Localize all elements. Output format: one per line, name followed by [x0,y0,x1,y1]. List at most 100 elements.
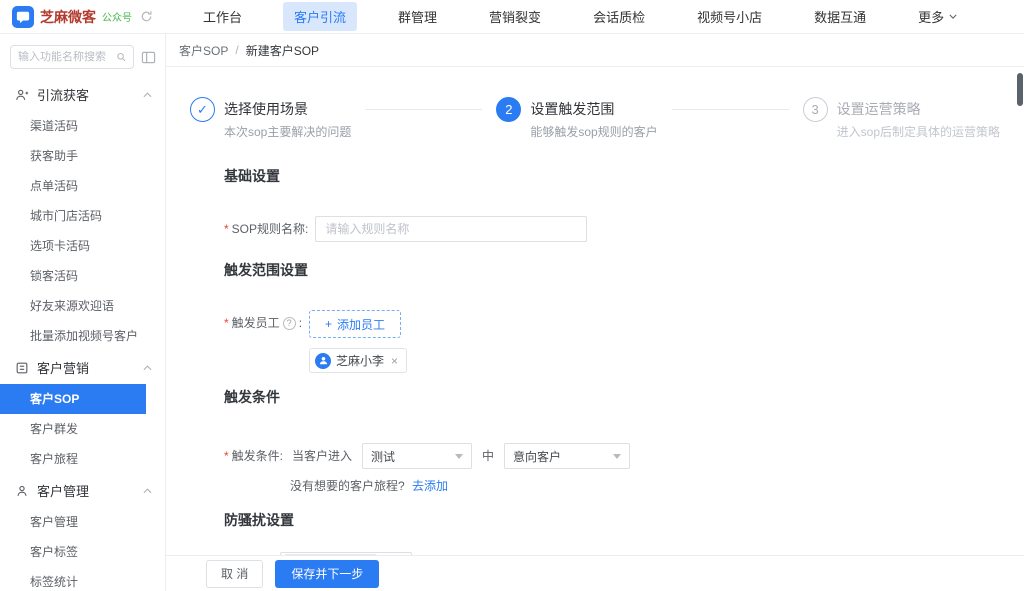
step-desc: 本次sop主要解决的问题 [224,123,351,140]
chevron-up-icon [143,365,152,371]
sidebar-item-friend-source-welcome[interactable]: 好友来源欢迎语 [0,291,165,321]
user-card-icon [15,484,29,498]
app-logo-icon [12,6,34,28]
stage-select[interactable]: 意向客户 [504,443,630,469]
condition-prefix: 当客户进入 [292,443,352,469]
nav-item-data-exchange[interactable]: 数据互通 [803,2,877,31]
breadcrumb: 客户SOP / 新建客户SOP [166,34,1024,67]
nav-item-chat-inspection[interactable]: 会话质检 [582,2,656,31]
nav-item-group-management[interactable]: 群管理 [387,2,448,31]
step-operation-strategy: 3 设置运营策略 进入sop后制定具体的运营策略 [803,97,1000,140]
page-content: ✓ 选择使用场景 本次sop主要解决的问题 2 设置触发范围 能够触发sop规则… [166,67,1024,555]
step-number: 3 [803,97,828,122]
sidebar-item-customer-management[interactable]: 客户管理 [0,507,165,537]
step-connector [672,109,789,110]
step-check-icon: ✓ [190,97,215,122]
refresh-icon[interactable] [140,10,153,23]
brand: 芝麻微客 公众号 [12,6,170,28]
brand-name: 芝麻微客 [40,7,96,27]
condition-middle: 中 [482,443,494,469]
breadcrumb-parent[interactable]: 客户SOP [179,42,228,59]
sop-name-input[interactable] [315,216,587,242]
trigger-staff-row: * 触发员工 ? : + 添加员工 [224,310,1000,373]
sidebar-search-box[interactable] [10,45,134,69]
user-plus-icon [15,88,29,102]
app-window: 芝麻微客 公众号 工作台 客户引流 群管理 营销裂变 会话质检 视频号小店 数据… [0,0,1024,591]
section-title: 客户管理 [37,481,89,500]
step-desc: 能够触发sop规则的客户 [530,123,657,140]
sidebar-item-batch-add-video[interactable]: 批量添加视频号客户 [0,321,165,351]
nav-item-customer-acquisition[interactable]: 客户引流 [283,2,357,31]
sop-name-row: * SOP规则名称: [224,216,1000,242]
save-next-button[interactable]: 保存并下一步 [275,560,379,588]
step-title: 设置触发范围 [530,97,657,122]
nav-more-label: 更多 [918,7,944,26]
trigger-staff-label: * 触发员工 ? : [224,310,302,336]
section-trigger-range: 触发范围设置 [224,260,1000,280]
sidebar-search-row [0,45,165,78]
required-marker: * [224,443,229,469]
help-icon[interactable]: ? [283,317,296,330]
cancel-button[interactable]: 取 消 [206,560,263,588]
section-anti-disturb: 防骚扰设置 [224,510,1000,530]
sidebar-item-acquisition-assistant[interactable]: 获客助手 [0,141,165,171]
nav-item-workbench[interactable]: 工作台 [192,2,253,31]
trigger-condition-label: * 触发条件: [224,443,283,469]
account-type-badge: 公众号 [102,9,132,24]
step-connector [365,109,482,110]
scrollbar-thumb[interactable] [1017,73,1023,106]
chevron-down-icon [455,454,463,463]
search-icon [116,51,126,63]
sidebar-item-city-store-code[interactable]: 城市门店活码 [0,201,165,231]
breadcrumb-current: 新建客户SOP [246,42,319,59]
sop-name-label: * SOP规则名称: [224,216,308,242]
trigger-condition-row: * 触发条件: 当客户进入 测试 中 意向客户 [224,443,1000,494]
add-journey-link[interactable]: 去添加 [412,479,448,493]
step-choose-scene: ✓ 选择使用场景 本次sop主要解决的问题 [190,97,496,140]
sidebar-section-acquisition[interactable]: 引流获客 [0,78,165,111]
chevron-up-icon [143,488,152,494]
topbar: 芝麻微客 公众号 工作台 客户引流 群管理 营销裂变 会话质检 视频号小店 数据… [0,0,1024,34]
panel-toggle-icon[interactable] [141,50,156,65]
step-title: 设置运营策略 [837,97,1000,122]
sidebar: 引流获客 渠道活码 获客助手 点单活码 城市门店活码 选项卡活码 锁客活码 好友… [0,34,166,591]
steps-indicator: ✓ 选择使用场景 本次sop主要解决的问题 2 设置触发范围 能够触发sop规则… [190,97,1000,140]
close-icon[interactable]: × [391,355,398,367]
nav-item-more[interactable]: 更多 [907,2,968,31]
sidebar-item-customer-journey[interactable]: 客户旅程 [0,444,165,474]
journey-hint: 没有想要的客户旅程? [290,479,405,493]
top-navigation: 工作台 客户引流 群管理 营销裂变 会话质检 视频号小店 数据互通 更多 [192,2,968,31]
sidebar-item-tab-code[interactable]: 选项卡活码 [0,231,165,261]
breadcrumb-separator: / [235,43,238,57]
nav-item-video-shop[interactable]: 视频号小店 [686,2,773,31]
sidebar-item-customer-mass-send[interactable]: 客户群发 [0,414,165,444]
sidebar-item-customer-tags[interactable]: 客户标签 [0,537,165,567]
step-title: 选择使用场景 [224,97,351,122]
chevron-up-icon [143,92,152,98]
main-panel: 客户SOP / 新建客户SOP ✓ 选择使用场景 本次sop主要解决的问题 [166,34,1024,591]
section-title: 客户营销 [37,358,89,377]
add-staff-button[interactable]: + 添加员工 [309,310,401,338]
plus-icon: + [325,317,332,331]
journey-hint-row: 没有想要的客户旅程? 去添加 [290,477,638,494]
required-marker: * [224,310,229,336]
step-desc: 进入sop后制定具体的运营策略 [837,123,1000,140]
form-footer: 取 消 保存并下一步 [166,555,1024,591]
section-trigger-condition: 触发条件 [224,387,1000,407]
sidebar-item-customer-sop[interactable]: 客户SOP [0,384,146,414]
sidebar-item-tag-statistics[interactable]: 标签统计 [0,567,165,591]
calendar-icon [15,361,29,375]
step-trigger-range: 2 设置触发范围 能够触发sop规则的客户 [496,97,802,140]
sidebar-item-order-code[interactable]: 点单活码 [0,171,165,201]
section-title: 引流获客 [37,85,89,104]
sidebar-section-marketing[interactable]: 客户营销 [0,351,165,384]
journey-select[interactable]: 测试 [362,443,472,469]
nav-item-marketing-fission[interactable]: 营销裂变 [478,2,552,31]
search-input[interactable] [18,51,112,63]
chevron-down-icon [949,14,957,19]
sidebar-item-channel-code[interactable]: 渠道活码 [0,111,165,141]
sidebar-item-lock-code[interactable]: 锁客活码 [0,261,165,291]
sidebar-section-management[interactable]: 客户管理 [0,474,165,507]
required-marker: * [224,216,229,242]
chevron-down-icon [613,454,621,463]
